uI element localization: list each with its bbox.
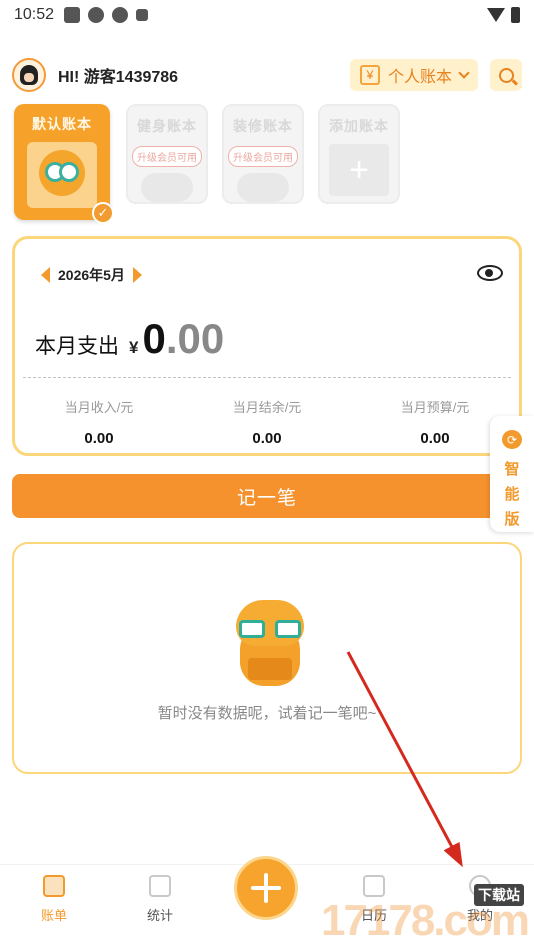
status-bar: 10:52: [0, 0, 534, 30]
ledger-title: 默认账本: [32, 116, 92, 132]
chevron-down-icon: [458, 67, 470, 79]
owl-glasses-right: [275, 620, 301, 638]
stat-label: 当月收入/元: [64, 400, 134, 415]
prev-month-icon[interactable]: [41, 267, 50, 283]
app-notification-icon: [88, 7, 105, 23]
owl-glasses-left: [239, 620, 265, 638]
calendar-icon: [363, 875, 385, 897]
user-greeting: HI! 游客1439786: [58, 69, 179, 86]
ledger-title: 健身账本: [137, 118, 197, 134]
expense-amount-dec: .00: [165, 315, 225, 362]
ledger-switch-label: 个人账本: [387, 69, 452, 86]
monthly-expense: 本月支出 ¥ 0 .00: [35, 315, 224, 363]
smart-version-tab[interactable]: ⟳ 智能版: [490, 416, 534, 532]
ledger-switcher[interactable]: ¥ 个人账本: [349, 59, 478, 91]
owl-illustration: [27, 142, 97, 208]
eye-icon[interactable]: [477, 265, 503, 281]
empty-state-text: 暂时没有数据呢，试着记一笔吧~: [157, 705, 377, 722]
watermark: 17178.com: [320, 896, 530, 945]
battery-icon: [511, 7, 520, 23]
header: HI! 游客1439786 ¥ 个人账本: [12, 56, 522, 94]
ledger-card-fitness[interactable]: 健身账本 升级会员可用: [126, 104, 208, 204]
next-month-icon[interactable]: [132, 267, 142, 283]
month-summary-card: 2026年5月 本月支出 ¥ 0 .00 当月收入/元 0.00 当月结余/元 …: [12, 236, 522, 456]
divider: [23, 377, 511, 378]
records-empty-card: 暂时没有数据呢，试着记一笔吧~: [12, 542, 522, 774]
fitness-illustration: [141, 173, 193, 202]
owl-book: [248, 658, 292, 680]
month-selector: 2026年5月: [41, 265, 142, 285]
stat-label: 当月预算/元: [400, 400, 470, 415]
app-notification-icon-2: [112, 7, 129, 23]
bill-icon: [43, 875, 65, 897]
stat-value: 0.00: [252, 430, 282, 447]
owl-head: [236, 600, 304, 646]
avatar-face-icon: [20, 65, 38, 85]
tab-label: 统计: [146, 908, 173, 923]
stat-value: 0.00: [84, 430, 114, 447]
ledger-card-default[interactable]: 默认账本 ✓: [14, 104, 114, 224]
smart-tab-label: 智能版: [504, 461, 520, 528]
stat-income: 当月收入/元 0.00: [15, 397, 183, 447]
expense-amount-int: 0: [142, 315, 166, 362]
plus-icon: +: [329, 144, 389, 196]
house-illustration: [237, 173, 289, 202]
owl-mascot-icon: [236, 596, 304, 690]
a-notification-icon: [136, 9, 149, 21]
status-time: 10:52: [14, 6, 55, 23]
expense-label: 本月支出: [35, 335, 119, 358]
add-record-fab[interactable]: [234, 856, 298, 920]
current-month[interactable]: 2026年5月: [58, 265, 125, 285]
ledger-icon: ¥: [359, 65, 380, 85]
month-stats: 当月收入/元 0.00 当月结余/元 0.00 当月预算/元 0.00: [15, 397, 519, 447]
vip-badge: 升级会员可用: [228, 146, 298, 167]
stat-label: 当月结余/元: [232, 400, 302, 415]
tab-bills[interactable]: 账单: [24, 875, 84, 924]
wifi-icon: [487, 8, 505, 22]
add-ledger-card[interactable]: 添加账本 +: [318, 104, 400, 204]
ledger-title: 装修账本: [233, 118, 293, 134]
search-button[interactable]: [490, 59, 522, 91]
ledger-title: 添加账本: [329, 118, 389, 134]
owl-icon: [39, 150, 85, 196]
refresh-icon: ⟳: [502, 430, 522, 449]
search-icon: [498, 67, 514, 83]
tab-stats[interactable]: 统计: [130, 875, 190, 924]
stat-balance: 当月结余/元 0.00: [183, 397, 351, 447]
record-button[interactable]: 记一笔: [12, 474, 522, 518]
ledger-card-renovation[interactable]: 装修账本 升级会员可用: [222, 104, 304, 204]
plus-icon-bar: [251, 886, 281, 890]
notification-icon: [64, 7, 81, 23]
vip-badge: 升级会员可用: [132, 146, 202, 167]
currency-symbol: ¥: [129, 338, 139, 357]
chart-icon: [149, 875, 171, 897]
avatar[interactable]: [12, 58, 46, 92]
tab-label: 账单: [40, 908, 67, 923]
selected-check-icon: ✓: [92, 202, 114, 224]
